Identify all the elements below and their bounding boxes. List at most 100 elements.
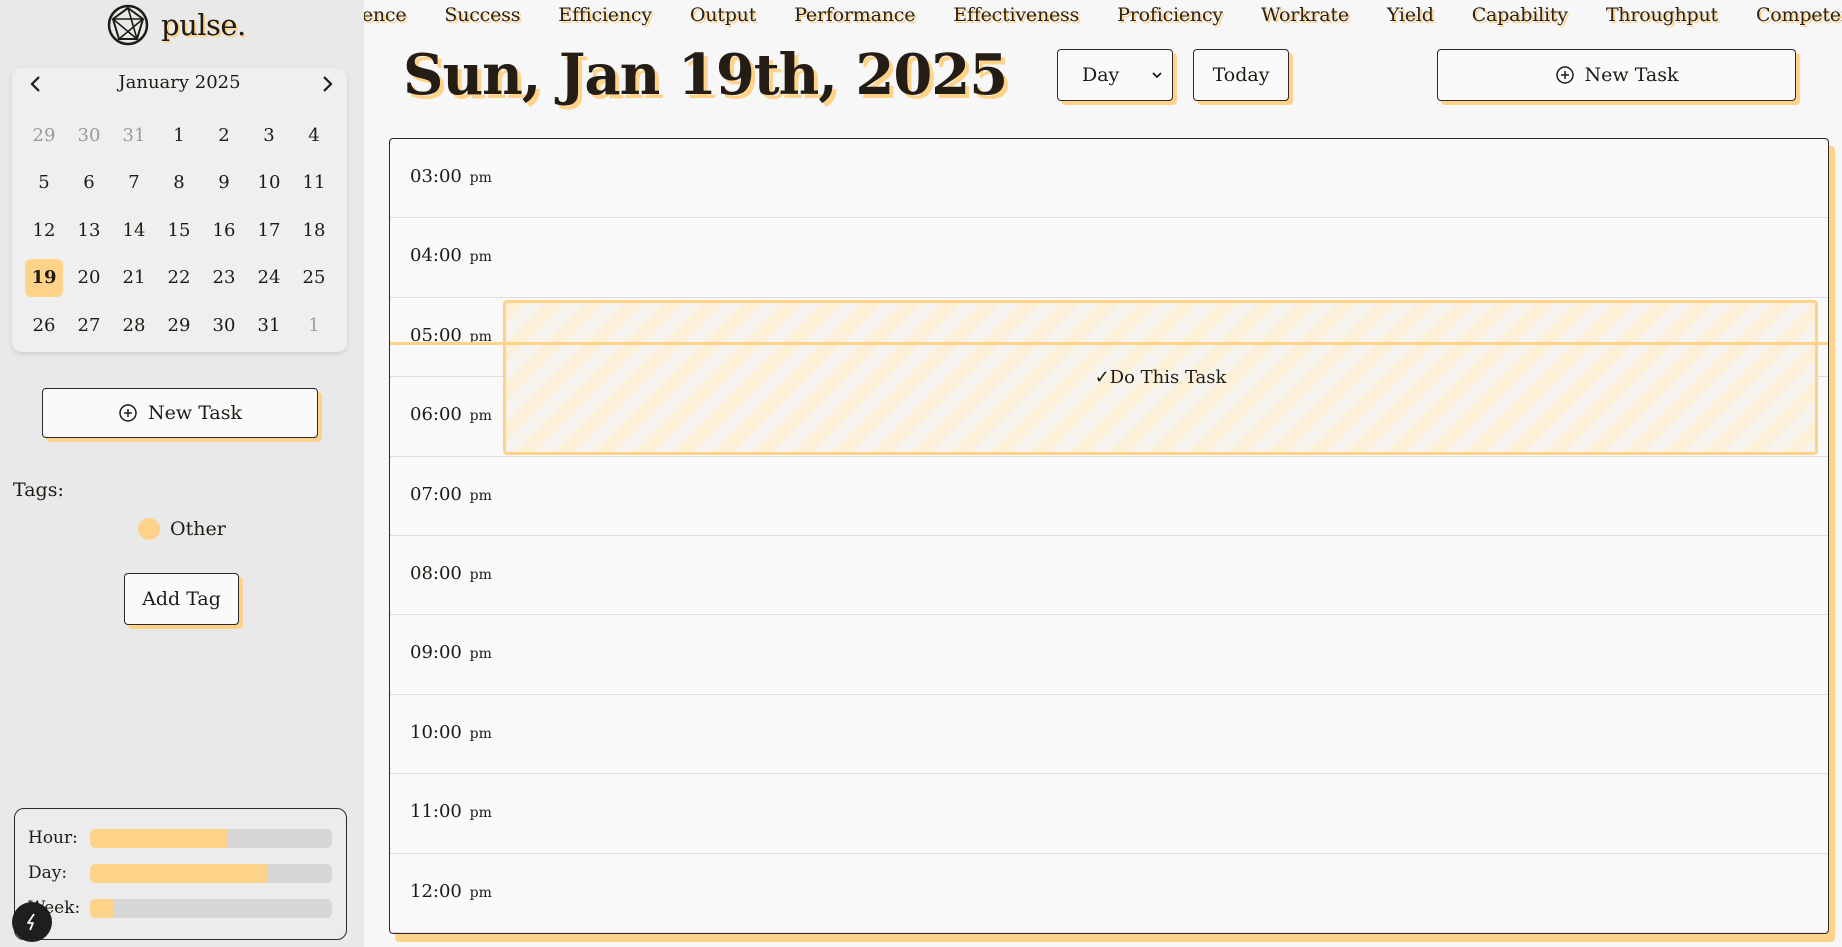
- calendar-day[interactable]: 1: [160, 116, 198, 154]
- calendar-day[interactable]: 20: [70, 259, 108, 297]
- hour-row[interactable]: 07:00 pm: [390, 457, 1828, 536]
- calendar-month-label: January 2025: [118, 72, 241, 93]
- calendar-day[interactable]: 23: [205, 259, 243, 297]
- calendar-day[interactable]: 8: [160, 164, 198, 202]
- tag-color-dot: [138, 518, 160, 540]
- add-tag-button[interactable]: Add Tag: [124, 573, 239, 625]
- brand[interactable]: pulse.: [107, 4, 246, 46]
- top-nav-item[interactable]: Output: [690, 4, 756, 26]
- calendar-day[interactable]: 25: [295, 259, 333, 297]
- hour-ampm: pm: [469, 884, 492, 901]
- hour-label: 07:00 pm: [410, 484, 492, 505]
- calendar-day[interactable]: 4: [295, 116, 333, 154]
- top-nav-item[interactable]: Performance: [794, 4, 915, 26]
- calendar-day[interactable]: 13: [70, 211, 108, 249]
- add-circle-icon: [1555, 66, 1574, 84]
- top-nav-item[interactable]: Workrate: [1261, 4, 1349, 26]
- pulse-logo-icon: [107, 4, 149, 46]
- calendar-day[interactable]: 29: [160, 306, 198, 344]
- calendar-day[interactable]: 16: [205, 211, 243, 249]
- hour-row[interactable]: 08:00 pm: [390, 536, 1828, 616]
- calendar-day[interactable]: 31: [250, 306, 288, 344]
- hour-row[interactable]: 03:00 pm: [390, 139, 1828, 219]
- hour-row[interactable]: 09:00 pm: [390, 615, 1828, 695]
- top-nav-item[interactable]: Throughput: [1606, 4, 1718, 26]
- hour-row[interactable]: 11:00 pm: [390, 774, 1828, 854]
- calendar-day[interactable]: 18: [295, 211, 333, 249]
- calendar-day[interactable]: 26: [25, 306, 63, 344]
- stat-progress-fill: [90, 863, 267, 883]
- calendar-header: January 2025: [12, 68, 347, 98]
- hour-row[interactable]: 12:00 pm: [390, 854, 1828, 933]
- calendar-day[interactable]: 28: [115, 306, 153, 344]
- hour-time: 08:00: [410, 563, 462, 584]
- calendar-day[interactable]: 17: [250, 211, 288, 249]
- sidebar-new-task-label: New Task: [148, 402, 242, 424]
- dev-tools-bolt-icon[interactable]: [12, 902, 52, 942]
- calendar-day[interactable]: 9: [205, 164, 243, 202]
- chevron-right-icon[interactable]: [313, 70, 341, 98]
- calendar-day[interactable]: 12: [25, 211, 63, 249]
- tag-item-other[interactable]: Other: [138, 518, 226, 540]
- mini-calendar: January 2025 29 30 31 1 2 3 4 5 6 7 8 9 10 11 12 13 14 15…: [12, 68, 347, 352]
- chevron-down-icon: [1152, 72, 1162, 79]
- calendar-day[interactable]: 14: [115, 211, 153, 249]
- calendar-day[interactable]: 5: [25, 164, 63, 202]
- stat-progress-fill: [90, 898, 115, 918]
- calendar-day[interactable]: 24: [250, 259, 288, 297]
- calendar-day[interactable]: 10: [250, 164, 288, 202]
- calendar-day[interactable]: 30: [70, 116, 108, 154]
- calendar-day[interactable]: 27: [70, 306, 108, 344]
- task-block[interactable]: ✓Do This Task: [503, 300, 1818, 455]
- today-button[interactable]: Today: [1193, 49, 1289, 101]
- top-nav-item[interactable]: Proficiency: [1117, 4, 1223, 26]
- hour-ampm: pm: [469, 646, 492, 663]
- top-nav-item[interactable]: Competence: [1756, 4, 1842, 26]
- hour-ampm: pm: [469, 249, 492, 266]
- sidebar-new-task-button[interactable]: New Task: [42, 388, 318, 438]
- hour-time: 07:00: [410, 483, 462, 505]
- calendar-day[interactable]: 31: [115, 116, 153, 154]
- hour-time: 12:00: [410, 880, 462, 902]
- top-nav-item[interactable]: Success: [444, 4, 520, 26]
- tag-name: Other: [170, 518, 226, 540]
- hour-row[interactable]: 10:00 pm: [390, 695, 1828, 775]
- top-nav-item[interactable]: Efficiency: [558, 4, 652, 26]
- top-nav-item[interactable]: Capability: [1472, 4, 1568, 26]
- calendar-day-selected[interactable]: 19: [25, 258, 63, 297]
- top-nav-item[interactable]: Effectiveness: [953, 4, 1079, 26]
- hour-label: 08:00 pm: [410, 563, 492, 584]
- header-new-task-button[interactable]: New Task: [1437, 49, 1796, 101]
- tags-heading: Tags:: [13, 479, 64, 501]
- stat-label: Day:: [28, 863, 68, 883]
- calendar-day[interactable]: 29: [25, 116, 63, 154]
- stat-row-week: Week:: [28, 898, 332, 918]
- hour-ampm: pm: [469, 805, 492, 822]
- view-mode-select[interactable]: Day: [1057, 49, 1173, 101]
- hour-label: 12:00 pm: [410, 881, 492, 902]
- calendar-day[interactable]: 22: [160, 259, 198, 297]
- stat-progress-bar: [90, 898, 332, 918]
- calendar-day[interactable]: 11: [295, 164, 333, 202]
- calendar-day[interactable]: 21: [115, 259, 153, 297]
- hour-ampm: pm: [469, 725, 492, 742]
- calendar-day[interactable]: 2: [205, 116, 243, 154]
- calendar-day[interactable]: 3: [250, 116, 288, 154]
- calendar-day[interactable]: 7: [115, 164, 153, 202]
- top-nav-item[interactable]: Yield: [1387, 4, 1434, 26]
- hour-row[interactable]: 04:00 pm: [390, 218, 1828, 298]
- stat-row-hour: Hour:: [28, 828, 332, 848]
- hour-time: 09:00: [410, 642, 462, 664]
- page-title: Sun, Jan 19th, 2025: [403, 42, 1008, 108]
- stat-progress-bar: [90, 863, 332, 883]
- hour-label: 06:00 pm: [410, 404, 492, 425]
- calendar-day[interactable]: 30: [205, 306, 243, 344]
- hour-ampm: pm: [469, 170, 492, 186]
- calendar-day[interactable]: 6: [70, 164, 108, 202]
- hour-label: 11:00 pm: [410, 801, 492, 822]
- calendar-day[interactable]: 1: [295, 306, 333, 344]
- stat-row-day: Day:: [28, 863, 332, 883]
- hour-label: 04:00 pm: [410, 245, 492, 266]
- calendar-day[interactable]: 15: [160, 211, 198, 249]
- sidebar: pulse. January 2025 29 30 31 1 2 3 4 5 6 7 8 9 10 11 1…: [0, 0, 364, 947]
